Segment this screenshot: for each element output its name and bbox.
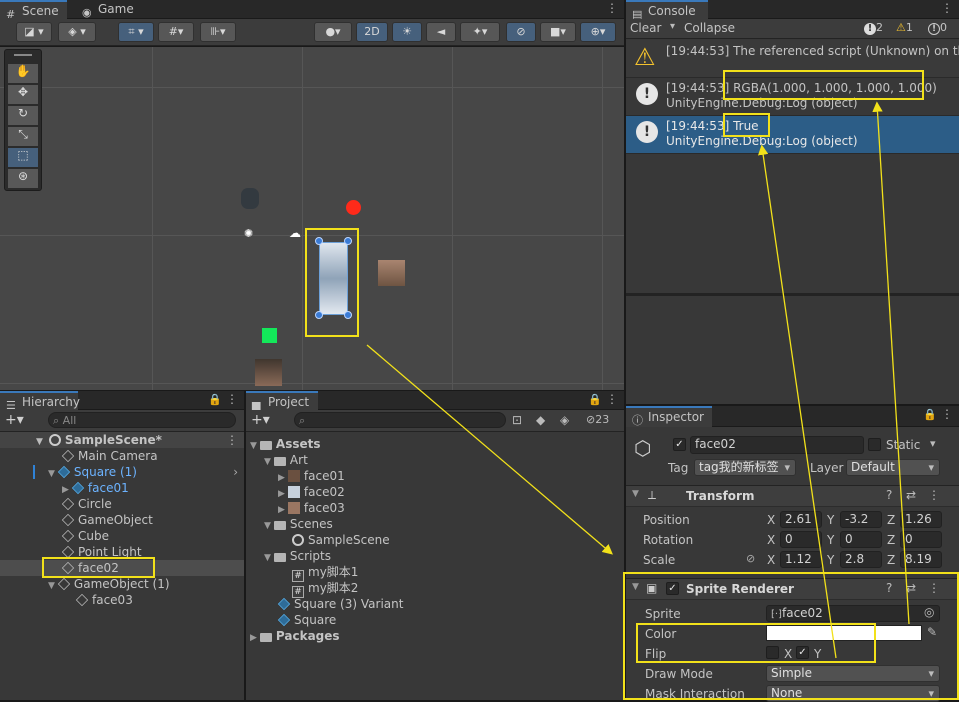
annotation-arrows [366, 101, 910, 659]
